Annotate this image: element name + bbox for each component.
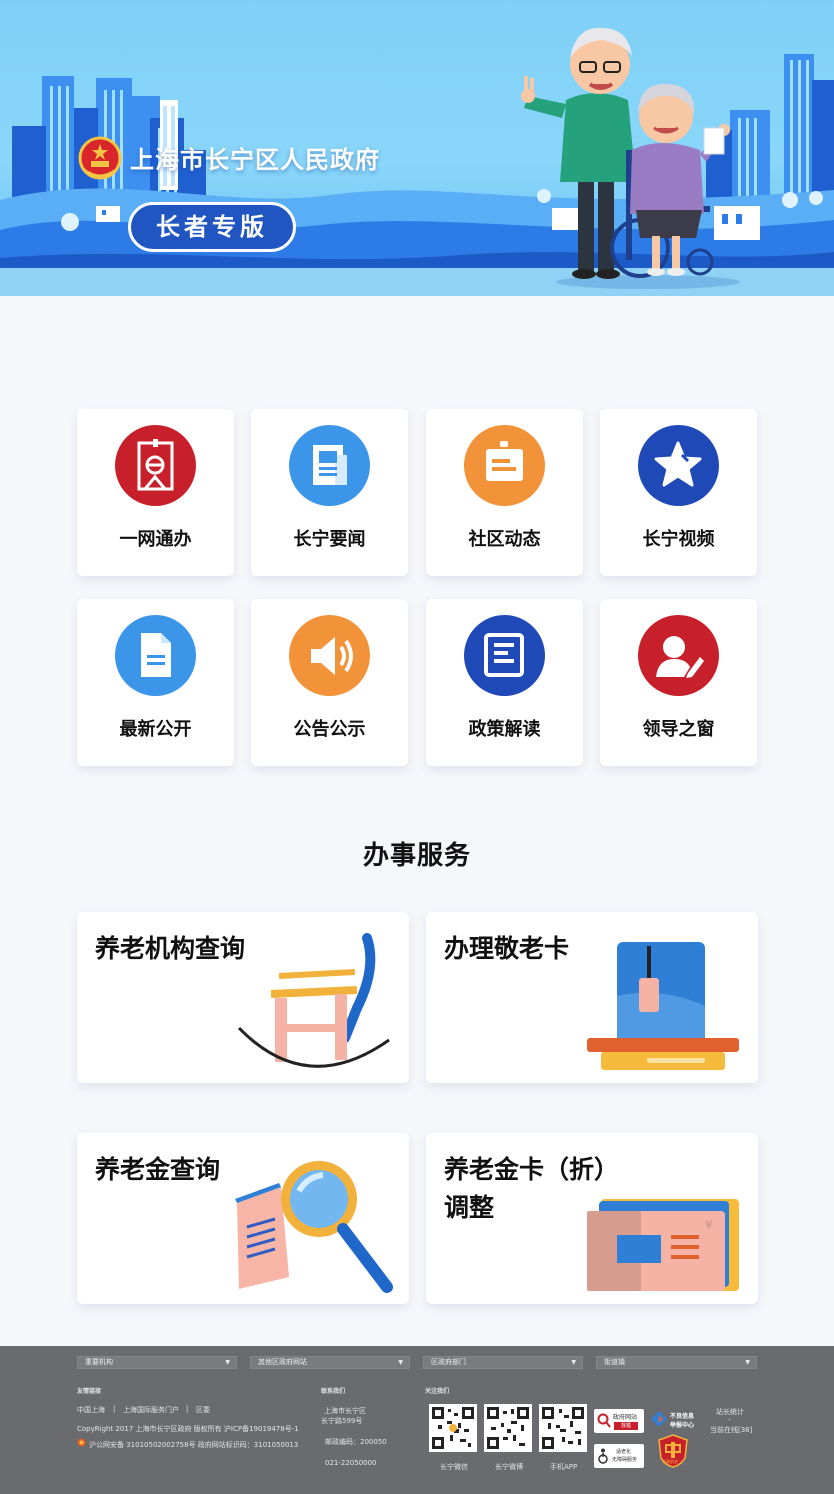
yiwangtongban-e-icon — [115, 425, 196, 506]
speaker-icon — [289, 615, 370, 696]
newspaper-icon — [289, 425, 370, 506]
report-center-text[interactable]: 举报中心 — [670, 1420, 694, 1429]
quick-link-community-news[interactable]: 社区动态 — [426, 409, 583, 576]
service-card-elderly-institutions[interactable]: 养老机构查询 — [77, 912, 409, 1083]
chevron-down-icon: ▼ — [571, 1359, 576, 1366]
contact-phone: 021-22050000 — [325, 1459, 377, 1467]
select-label: 重要机构 — [85, 1358, 113, 1366]
quick-link-policy-interpretation[interactable]: 政策解读 — [426, 599, 583, 766]
select-label: 街道镇 — [604, 1358, 625, 1366]
accessibility-service-badge[interactable]: 适老化 无障碍服务 — [594, 1444, 644, 1468]
party-government-organ-badge[interactable]: 党政机关 — [658, 1434, 688, 1468]
footer-select-streets-towns[interactable]: 街道镇 ▼ — [596, 1356, 757, 1369]
stats-divider: - — [728, 1416, 731, 1424]
quick-link-label: 政策解读 — [468, 719, 541, 740]
bankbook-illustration: ¥ — [587, 1199, 739, 1291]
quick-link-label: 公告公示 — [293, 719, 366, 740]
quick-link-label: 一网通办 — [119, 529, 192, 550]
service-card-pension-bankbook-adjust[interactable]: 养老金卡（折） 调整 ¥ — [426, 1133, 758, 1304]
friend-link[interactable]: 区委 — [196, 1405, 210, 1415]
quick-link-leaders-window[interactable]: 领导之窗 — [600, 599, 757, 766]
quick-link-label: 领导之窗 — [642, 719, 715, 740]
qr-label: 长宁微博 — [495, 1463, 523, 1471]
police-record-text[interactable]: 沪公网安备 31010502002758号 政府网站标识码：3101050013 — [89, 1440, 298, 1450]
community-board-icon — [464, 425, 545, 506]
police-badge-icon — [77, 1438, 86, 1447]
service-card-title: 办理敬老卡 — [444, 934, 570, 963]
qr-label: 手机APP — [550, 1463, 578, 1471]
document-icon — [115, 615, 196, 696]
svg-text:¥: ¥ — [705, 1218, 713, 1232]
footer-select-district-departments[interactable]: 区政府部门 ▼ — [423, 1356, 583, 1369]
leader-pen-icon — [638, 615, 719, 696]
quick-link-label: 社区动态 — [468, 529, 541, 550]
chevron-down-icon: ▼ — [225, 1359, 230, 1366]
badge-text: 政府网站 — [613, 1414, 638, 1421]
gov-site-error-report-badge[interactable]: 政府网站 找错 — [594, 1409, 644, 1433]
card-reader-illustration — [587, 942, 739, 1070]
wechat-qr-code[interactable] — [429, 1404, 477, 1452]
rocking-chair-illustration — [237, 933, 390, 1068]
select-label: 区政府部门 — [431, 1358, 466, 1366]
elder-edition-button[interactable]: 长者专版 — [128, 202, 296, 252]
quick-link-yiwangtongban[interactable]: 一网通办 — [77, 409, 234, 576]
friend-links-heading: 友情链接 — [77, 1388, 102, 1395]
weibo-qr-code[interactable] — [484, 1404, 532, 1452]
site-stats-online: 当前在线[38] — [710, 1426, 753, 1434]
quick-link-latest-disclosure[interactable]: 最新公开 — [77, 599, 234, 766]
footer-divider: | — [186, 1405, 189, 1413]
banner-illustration — [0, 27, 834, 296]
footer: 重要机构 ▼ 其他区政府网站 ▼ 区政府部门 ▼ 街道镇 ▼ 友情链接 中国上海 | 上… — [0, 1346, 834, 1494]
quick-link-announcements[interactable]: 公告公示 — [251, 599, 408, 766]
report-center-text[interactable]: 不良信息 — [670, 1411, 694, 1420]
service-card-title: 养老机构查询 — [95, 934, 246, 963]
badge-text: 适老化 — [616, 1449, 632, 1455]
footer-select-important-institutions[interactable]: 重要机构 ▼ — [77, 1356, 237, 1369]
qr-label: 长宁微信 — [440, 1463, 468, 1471]
quick-link-label: 长宁要闻 — [293, 529, 366, 550]
header-banner: 上海市长宁区人民政府 长者专版 — [0, 0, 834, 296]
quick-link-changning-video[interactable]: 长宁视频 — [600, 409, 757, 576]
service-card-title-line1: 养老金卡（折） — [444, 1155, 620, 1184]
report-center-logo-icon — [651, 1411, 667, 1427]
select-label: 其他区政府网站 — [258, 1358, 307, 1366]
footer-select-other-district-sites[interactable]: 其他区政府网站 ▼ — [250, 1356, 410, 1369]
app-qr-code[interactable] — [539, 1404, 587, 1452]
badge-text: 找错 — [614, 1422, 638, 1430]
contact-address-line2: 长宁路599号 — [321, 1417, 363, 1425]
service-card-title: 养老金查询 — [95, 1155, 221, 1184]
book-icon — [464, 615, 545, 696]
national-emblem-icon — [78, 136, 122, 180]
contact-postcode: 邮政编码：200050 — [325, 1438, 387, 1446]
footer-divider: | — [113, 1405, 116, 1413]
chevron-down-icon: ▼ — [398, 1359, 403, 1366]
star-icon — [638, 425, 719, 506]
contact-address-line1: 上海市长宁区 — [324, 1407, 366, 1415]
chevron-down-icon: ▼ — [745, 1359, 750, 1366]
friend-link[interactable]: 中国上海 — [77, 1405, 105, 1415]
service-card-respect-elder-card[interactable]: 办理敬老卡 — [426, 912, 758, 1083]
magnifier-illustration — [235, 1161, 393, 1293]
follow-heading: 关注我们 — [425, 1388, 450, 1395]
services-section-title: 办事服务 — [362, 841, 471, 871]
search-icon — [597, 1413, 611, 1428]
site-title[interactable]: 上海市长宁区人民政府 — [130, 140, 380, 175]
quick-link-label: 长宁视频 — [642, 529, 715, 550]
quick-link-label: 最新公开 — [119, 719, 192, 740]
quick-link-changning-news[interactable]: 长宁要闻 — [251, 409, 408, 576]
wheelchair-icon — [598, 1448, 608, 1464]
badge-text: 党政机关 — [662, 1459, 678, 1464]
contact-heading: 联系我们 — [321, 1388, 346, 1395]
service-card-pension-query[interactable]: 养老金查询 — [77, 1133, 409, 1304]
badge-text: 无障碍服务 — [612, 1457, 638, 1463]
friend-link[interactable]: 上海国际服务门户 — [123, 1405, 179, 1415]
copyright-text: CopyRight 2017 上海市长宁区政府 版权所有 沪ICP备190194… — [77, 1425, 299, 1433]
